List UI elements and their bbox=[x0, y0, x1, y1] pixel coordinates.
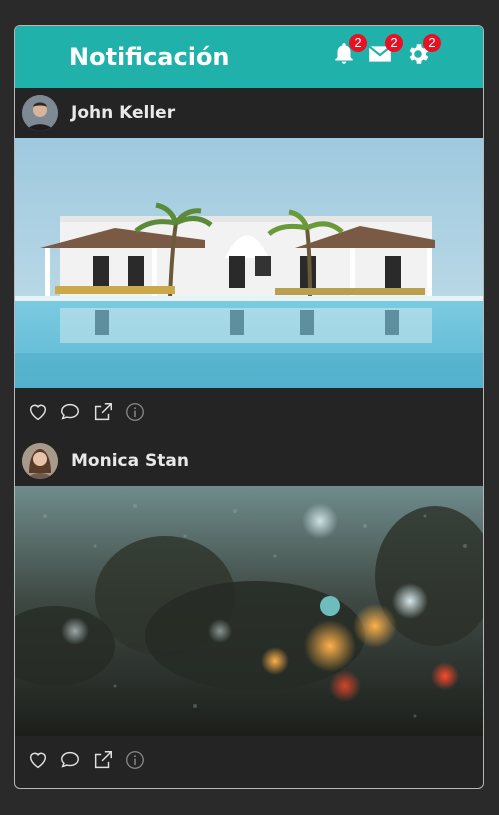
post-header: John Keller bbox=[15, 88, 483, 138]
notification-card: Notificación 2 2 2 John Keller Monica St… bbox=[14, 25, 484, 789]
post-actions bbox=[15, 736, 483, 784]
share-icon bbox=[94, 751, 112, 769]
avatar[interactable] bbox=[22, 95, 58, 131]
post-header: Monica Stan bbox=[15, 436, 483, 486]
info-button[interactable] bbox=[124, 401, 146, 423]
info-icon bbox=[126, 403, 144, 421]
heart-icon bbox=[29, 752, 47, 769]
share-icon bbox=[94, 403, 112, 421]
post-image bbox=[15, 138, 483, 388]
share-button[interactable] bbox=[92, 749, 114, 771]
comment-icon bbox=[61, 751, 79, 768]
post-actions bbox=[15, 388, 483, 436]
heart-icon bbox=[29, 404, 47, 421]
info-icon bbox=[126, 751, 144, 769]
like-button[interactable] bbox=[27, 749, 49, 771]
comment-icon bbox=[61, 403, 79, 420]
notifications-button[interactable]: 2 bbox=[331, 34, 367, 67]
info-button[interactable] bbox=[124, 749, 146, 771]
share-button[interactable] bbox=[92, 401, 114, 423]
comment-button[interactable] bbox=[59, 749, 81, 771]
messages-button[interactable]: 2 bbox=[367, 34, 403, 67]
post-username[interactable]: John Keller bbox=[71, 103, 175, 123]
settings-badge: 2 bbox=[423, 34, 441, 52]
post-username[interactable]: Monica Stan bbox=[71, 451, 189, 471]
card-header: Notificación 2 2 2 bbox=[15, 26, 483, 88]
like-button[interactable] bbox=[27, 401, 49, 423]
messages-badge: 2 bbox=[385, 34, 403, 52]
avatar[interactable] bbox=[22, 443, 58, 479]
comment-button[interactable] bbox=[59, 401, 81, 423]
notifications-badge: 2 bbox=[349, 34, 367, 52]
post-item: John Keller bbox=[15, 88, 483, 436]
post-image bbox=[15, 486, 483, 736]
post-item: Monica Stan bbox=[15, 436, 483, 784]
header-title: Notificación bbox=[69, 43, 230, 71]
settings-button[interactable]: 2 bbox=[405, 34, 441, 67]
